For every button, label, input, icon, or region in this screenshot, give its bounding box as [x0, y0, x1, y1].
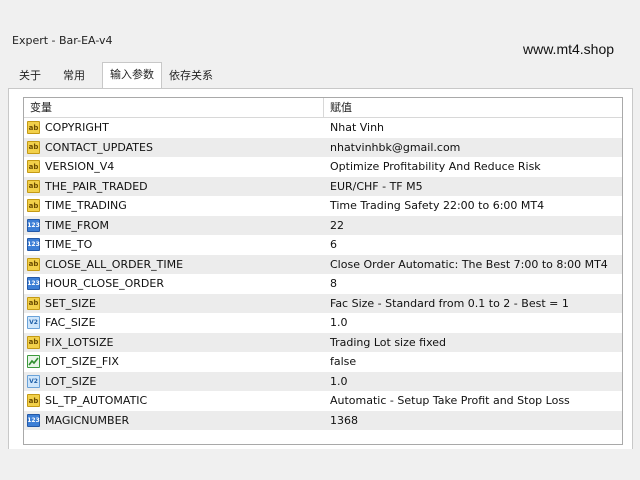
double-type-icon: V2 — [27, 316, 40, 330]
variable-name: CONTACT_UPDATES — [45, 140, 153, 154]
variable-name: HOUR_CLOSE_ORDER — [45, 277, 164, 291]
dialog-footer — [0, 449, 640, 480]
grid-rows: ab COPYRIGHT Nhat Vinh ab CONTACT_UPDATES nha… — [24, 118, 622, 430]
value-cell[interactable]: Trading Lot size fixed — [324, 336, 622, 349]
variable-name: VERSION_V4 — [45, 160, 115, 174]
table-row[interactable]: 123 MAGICNUMBER 1368 — [24, 410, 622, 430]
variable-cell: V2 FAC_SIZE — [24, 316, 324, 330]
value-cell[interactable]: Automatic - Setup Take Profit and Stop L… — [324, 394, 622, 407]
value-cell[interactable]: Close Order Automatic: The Best 7:00 to … — [324, 258, 622, 271]
value-cell[interactable]: Optimize Profitability And Reduce Risk — [324, 160, 622, 173]
variable-cell: V2 LOT_SIZE — [24, 374, 324, 388]
variable-cell: ab SL_TP_AUTOMATIC — [24, 394, 324, 408]
string-type-icon: ab — [27, 179, 40, 193]
table-row[interactable]: 123 TIME_FROM 22 — [24, 215, 622, 235]
variable-name: TIME_TO — [45, 238, 93, 252]
table-row[interactable]: ab TIME_TRADING Time Trading Safety 22:00 … — [24, 196, 622, 216]
integer-type-icon: 123 — [27, 238, 40, 252]
string-type-icon: ab — [27, 394, 40, 408]
expert-dialog: Expert - Bar-EA-v4 www.mt4.shop 关于 常用 输入… — [0, 0, 640, 480]
variable-name: LOT_SIZE_FIX — [45, 355, 119, 369]
variable-cell: 123 HOUR_CLOSE_ORDER — [24, 277, 324, 291]
variable-cell: ab CLOSE_ALL_ORDER_TIME — [24, 257, 324, 271]
table-row[interactable]: ab SL_TP_AUTOMATIC Automatic - Setup Take … — [24, 391, 622, 411]
value-cell[interactable]: 22 — [324, 219, 622, 232]
value-cell[interactable]: 6 — [324, 238, 622, 251]
value-cell[interactable]: 1.0 — [324, 375, 622, 388]
variable-name: CLOSE_ALL_ORDER_TIME — [45, 257, 184, 271]
integer-type-icon: 123 — [27, 277, 40, 291]
variable-cell: ab THE_PAIR_TRADED — [24, 179, 324, 193]
string-type-icon: ab — [27, 199, 40, 213]
string-type-icon: ab — [27, 335, 40, 349]
variable-name: TIME_TRADING — [45, 199, 127, 213]
string-type-icon: ab — [27, 160, 40, 174]
table-row[interactable]: ab COPYRIGHT Nhat Vinh — [24, 118, 622, 138]
value-cell[interactable]: EUR/CHF - TF M5 — [324, 180, 622, 193]
table-row[interactable]: ab VERSION_V4 Optimize Profitability And R… — [24, 157, 622, 177]
integer-type-icon: 123 — [27, 413, 40, 427]
string-type-icon: ab — [27, 121, 40, 135]
variable-cell: ab VERSION_V4 — [24, 160, 324, 174]
variable-cell: 123 TIME_TO — [24, 238, 324, 252]
variable-name: THE_PAIR_TRADED — [45, 179, 148, 193]
variable-cell: ab CONTACT_UPDATES — [24, 140, 324, 154]
variable-name: LOT_SIZE — [45, 374, 97, 388]
table-row[interactable]: LOT_SIZE_FIX false — [24, 352, 622, 372]
value-cell[interactable]: nhatvinhbk@gmail.com — [324, 141, 622, 154]
variable-cell: LOT_SIZE_FIX — [24, 355, 324, 369]
variable-name: MAGICNUMBER — [45, 413, 130, 427]
table-row[interactable]: ab SET_SIZE Fac Size - Standard from 0.1 t… — [24, 293, 622, 313]
variable-name: SL_TP_AUTOMATIC — [45, 394, 148, 408]
tab-inputs[interactable]: 输入参数 — [102, 62, 162, 88]
value-cell[interactable]: false — [324, 355, 622, 368]
table-row[interactable]: 123 TIME_TO 6 — [24, 235, 622, 255]
grid-header: 变量 赋值 — [24, 98, 622, 118]
table-row[interactable]: V2 FAC_SIZE 1.0 — [24, 313, 622, 333]
variable-name: FIX_LOTSIZE — [45, 335, 114, 349]
inputs-panel: 变量 赋值 ab COPYRIGHT Nhat Vinh ab CONTACT_UPDA… — [8, 88, 633, 450]
variable-cell: ab COPYRIGHT — [24, 121, 324, 135]
variable-cell: ab FIX_LOTSIZE — [24, 335, 324, 349]
value-cell[interactable]: 8 — [324, 277, 622, 290]
variable-name: FAC_SIZE — [45, 316, 96, 330]
double-type-icon: V2 — [27, 374, 40, 388]
table-row[interactable]: 123 HOUR_CLOSE_ORDER 8 — [24, 274, 622, 294]
value-cell[interactable]: Fac Size - Standard from 0.1 to 2 - Best… — [324, 297, 622, 310]
tab-about[interactable]: 关于 — [14, 64, 46, 87]
table-row[interactable]: ab CONTACT_UPDATES nhatvinhbk@gmail.com — [24, 137, 622, 157]
string-type-icon: ab — [27, 296, 40, 310]
variable-name: COPYRIGHT — [45, 121, 109, 135]
string-type-icon: ab — [27, 257, 40, 271]
table-row[interactable]: V2 LOT_SIZE 1.0 — [24, 371, 622, 391]
table-row[interactable]: ab THE_PAIR_TRADED EUR/CHF - TF M5 — [24, 176, 622, 196]
variable-cell: ab SET_SIZE — [24, 296, 324, 310]
column-header-value[interactable]: 赋值 — [324, 98, 622, 117]
boolean-type-icon — [27, 355, 40, 369]
watermark-text: www.mt4.shop — [523, 41, 615, 57]
window-title: Expert - Bar-EA-v4 — [12, 34, 113, 47]
value-cell[interactable]: 1.0 — [324, 316, 622, 329]
variable-cell: 123 TIME_FROM — [24, 218, 324, 232]
tab-common[interactable]: 常用 — [56, 64, 92, 87]
variable-name: SET_SIZE — [45, 296, 96, 310]
parameters-grid: 变量 赋值 ab COPYRIGHT Nhat Vinh ab CONTACT_UPDA… — [23, 97, 623, 445]
variable-cell: ab TIME_TRADING — [24, 199, 324, 213]
string-type-icon: ab — [27, 140, 40, 154]
value-cell[interactable]: Time Trading Safety 22:00 to 6:00 MT4 — [324, 199, 622, 212]
table-row[interactable]: ab FIX_LOTSIZE Trading Lot size fixed — [24, 332, 622, 352]
integer-type-icon: 123 — [27, 218, 40, 232]
variable-cell: 123 MAGICNUMBER — [24, 413, 324, 427]
value-cell[interactable]: Nhat Vinh — [324, 121, 622, 134]
tab-dependencies[interactable]: 依存关系 — [162, 64, 220, 87]
value-cell[interactable]: 1368 — [324, 414, 622, 427]
table-row[interactable]: ab CLOSE_ALL_ORDER_TIME Close Order Automa… — [24, 254, 622, 274]
column-header-variable[interactable]: 变量 — [24, 98, 324, 117]
variable-name: TIME_FROM — [45, 218, 110, 232]
